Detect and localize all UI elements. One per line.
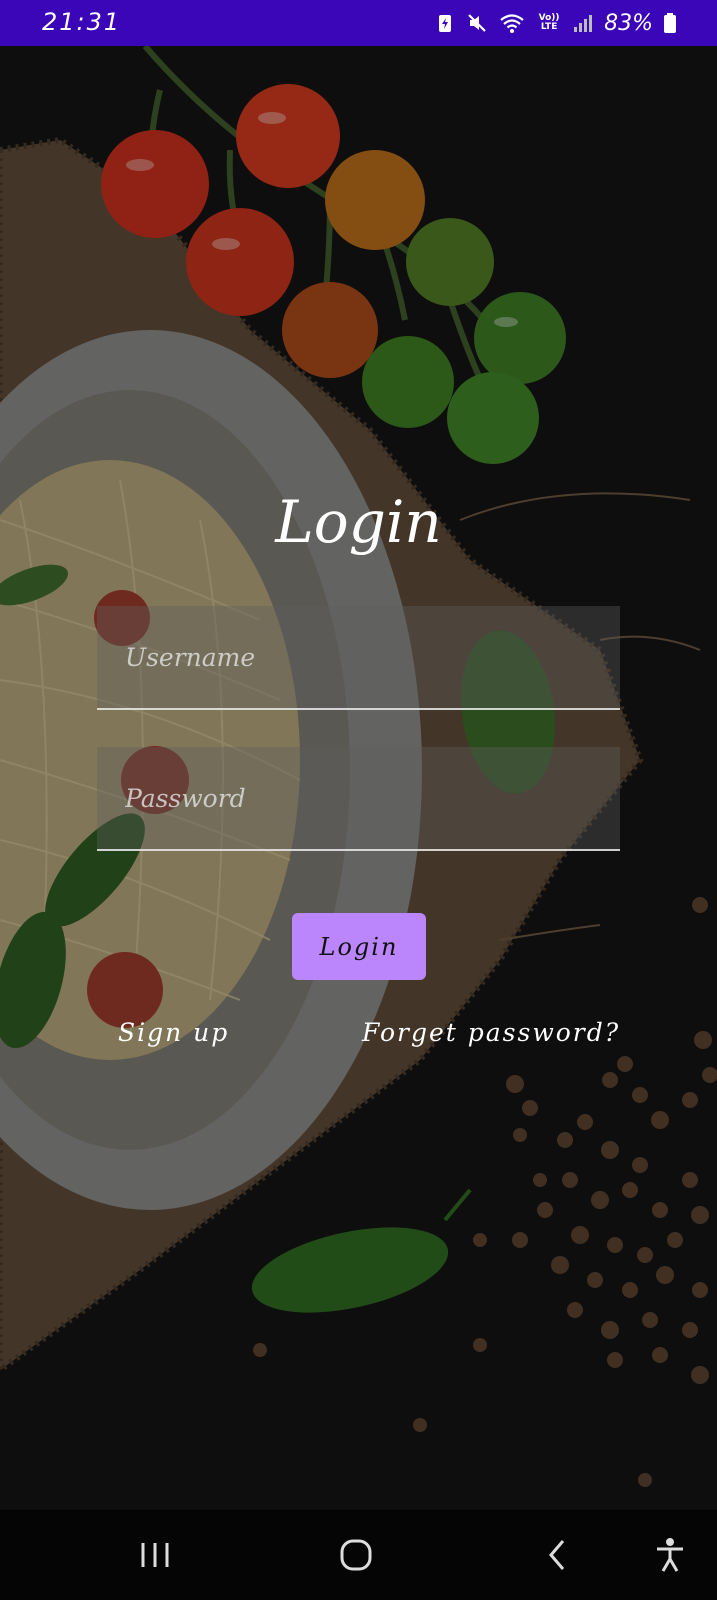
back-icon <box>549 1540 565 1570</box>
status-icons: Vo)) LTE 83% <box>434 10 677 36</box>
recent-apps-button[interactable] <box>115 1510 195 1600</box>
username-field[interactable] <box>97 606 620 710</box>
sign-up-link[interactable]: Sign up <box>118 1018 229 1047</box>
password-field[interactable] <box>97 747 620 851</box>
battery-saver-icon <box>439 15 452 32</box>
battery-percent: 83% <box>604 10 653 36</box>
password-input[interactable] <box>97 747 620 849</box>
status-time: 21:31 <box>42 8 122 36</box>
login-title: Login <box>275 488 442 556</box>
mute-icon <box>468 14 486 32</box>
navigation-bar <box>0 1510 717 1600</box>
status-bar: 21:31 Vo)) LTE 83% <box>0 0 717 46</box>
accessibility-button[interactable] <box>630 1510 710 1600</box>
home-button[interactable] <box>316 1510 396 1600</box>
volte-icon: Vo)) LTE <box>538 13 560 32</box>
wifi-icon <box>500 14 524 33</box>
username-input[interactable] <box>97 606 620 708</box>
recent-apps-icon <box>141 1543 169 1567</box>
signal-icon <box>574 15 593 32</box>
forget-password-link[interactable]: Forget password? <box>362 1018 620 1047</box>
login-button[interactable]: Login <box>292 913 426 980</box>
battery-icon <box>664 13 676 33</box>
home-icon <box>340 1539 372 1571</box>
back-button[interactable] <box>518 1510 598 1600</box>
accessibility-icon <box>657 1538 683 1572</box>
